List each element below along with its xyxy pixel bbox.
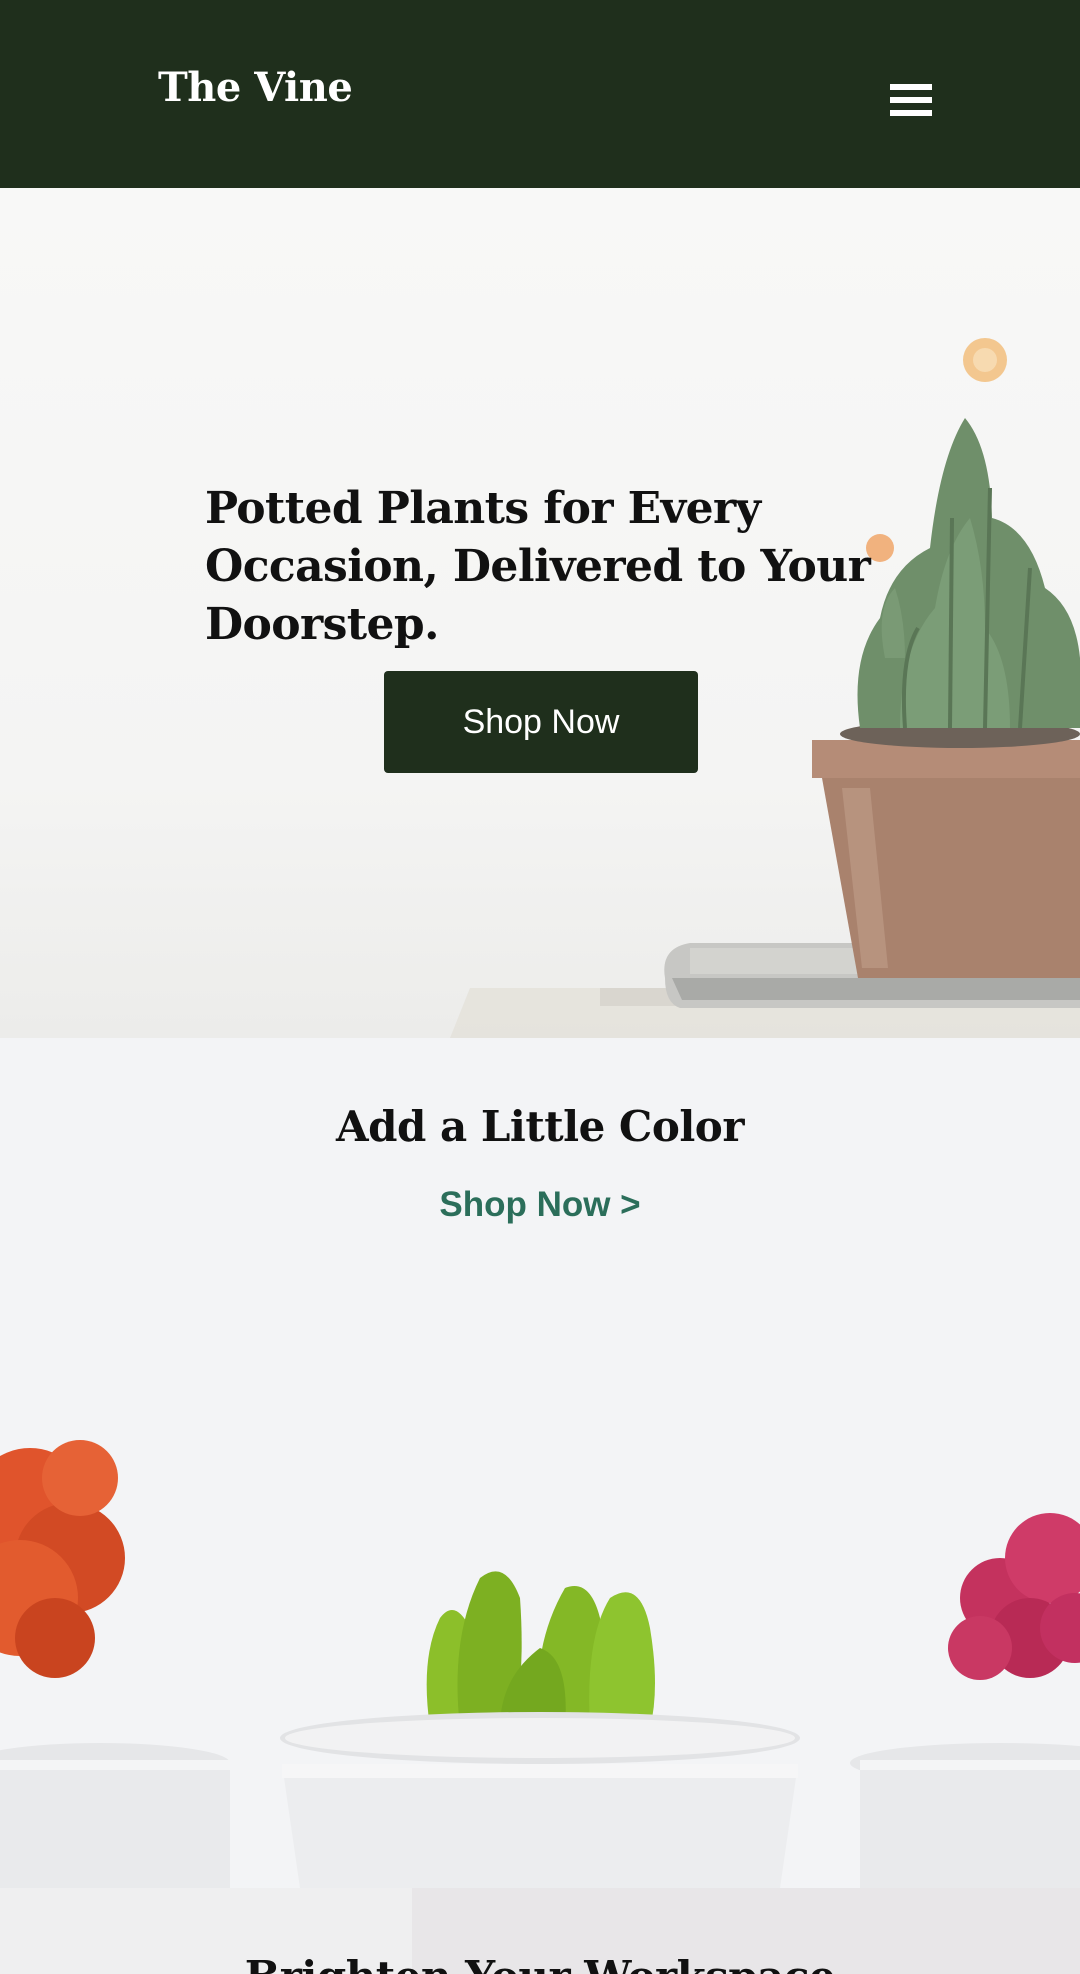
hamburger-menu-icon	[890, 84, 932, 116]
site-logo[interactable]: The Vine	[158, 64, 353, 112]
shop-now-link[interactable]: Shop Now >	[0, 1184, 1080, 1226]
section-title: Add a Little Color	[336, 1102, 744, 1151]
menu-button[interactable]	[880, 74, 942, 126]
colorful-cacti-image	[0, 1440, 1080, 1888]
color-section: Add a Little Color Shop Now >	[0, 1038, 1080, 1888]
shop-now-button[interactable]: Shop Now	[384, 671, 698, 773]
hero-title: Potted Plants for Every Occasion, Delive…	[205, 483, 871, 650]
workspace-title: Brighten Your Workspace	[0, 1952, 1080, 1974]
hero-section: Potted Plants for Every Occasion, Delive…	[0, 188, 1080, 1038]
site-header: The Vine	[0, 0, 1080, 188]
workspace-section: Brighten Your Workspace	[0, 1888, 1080, 1974]
